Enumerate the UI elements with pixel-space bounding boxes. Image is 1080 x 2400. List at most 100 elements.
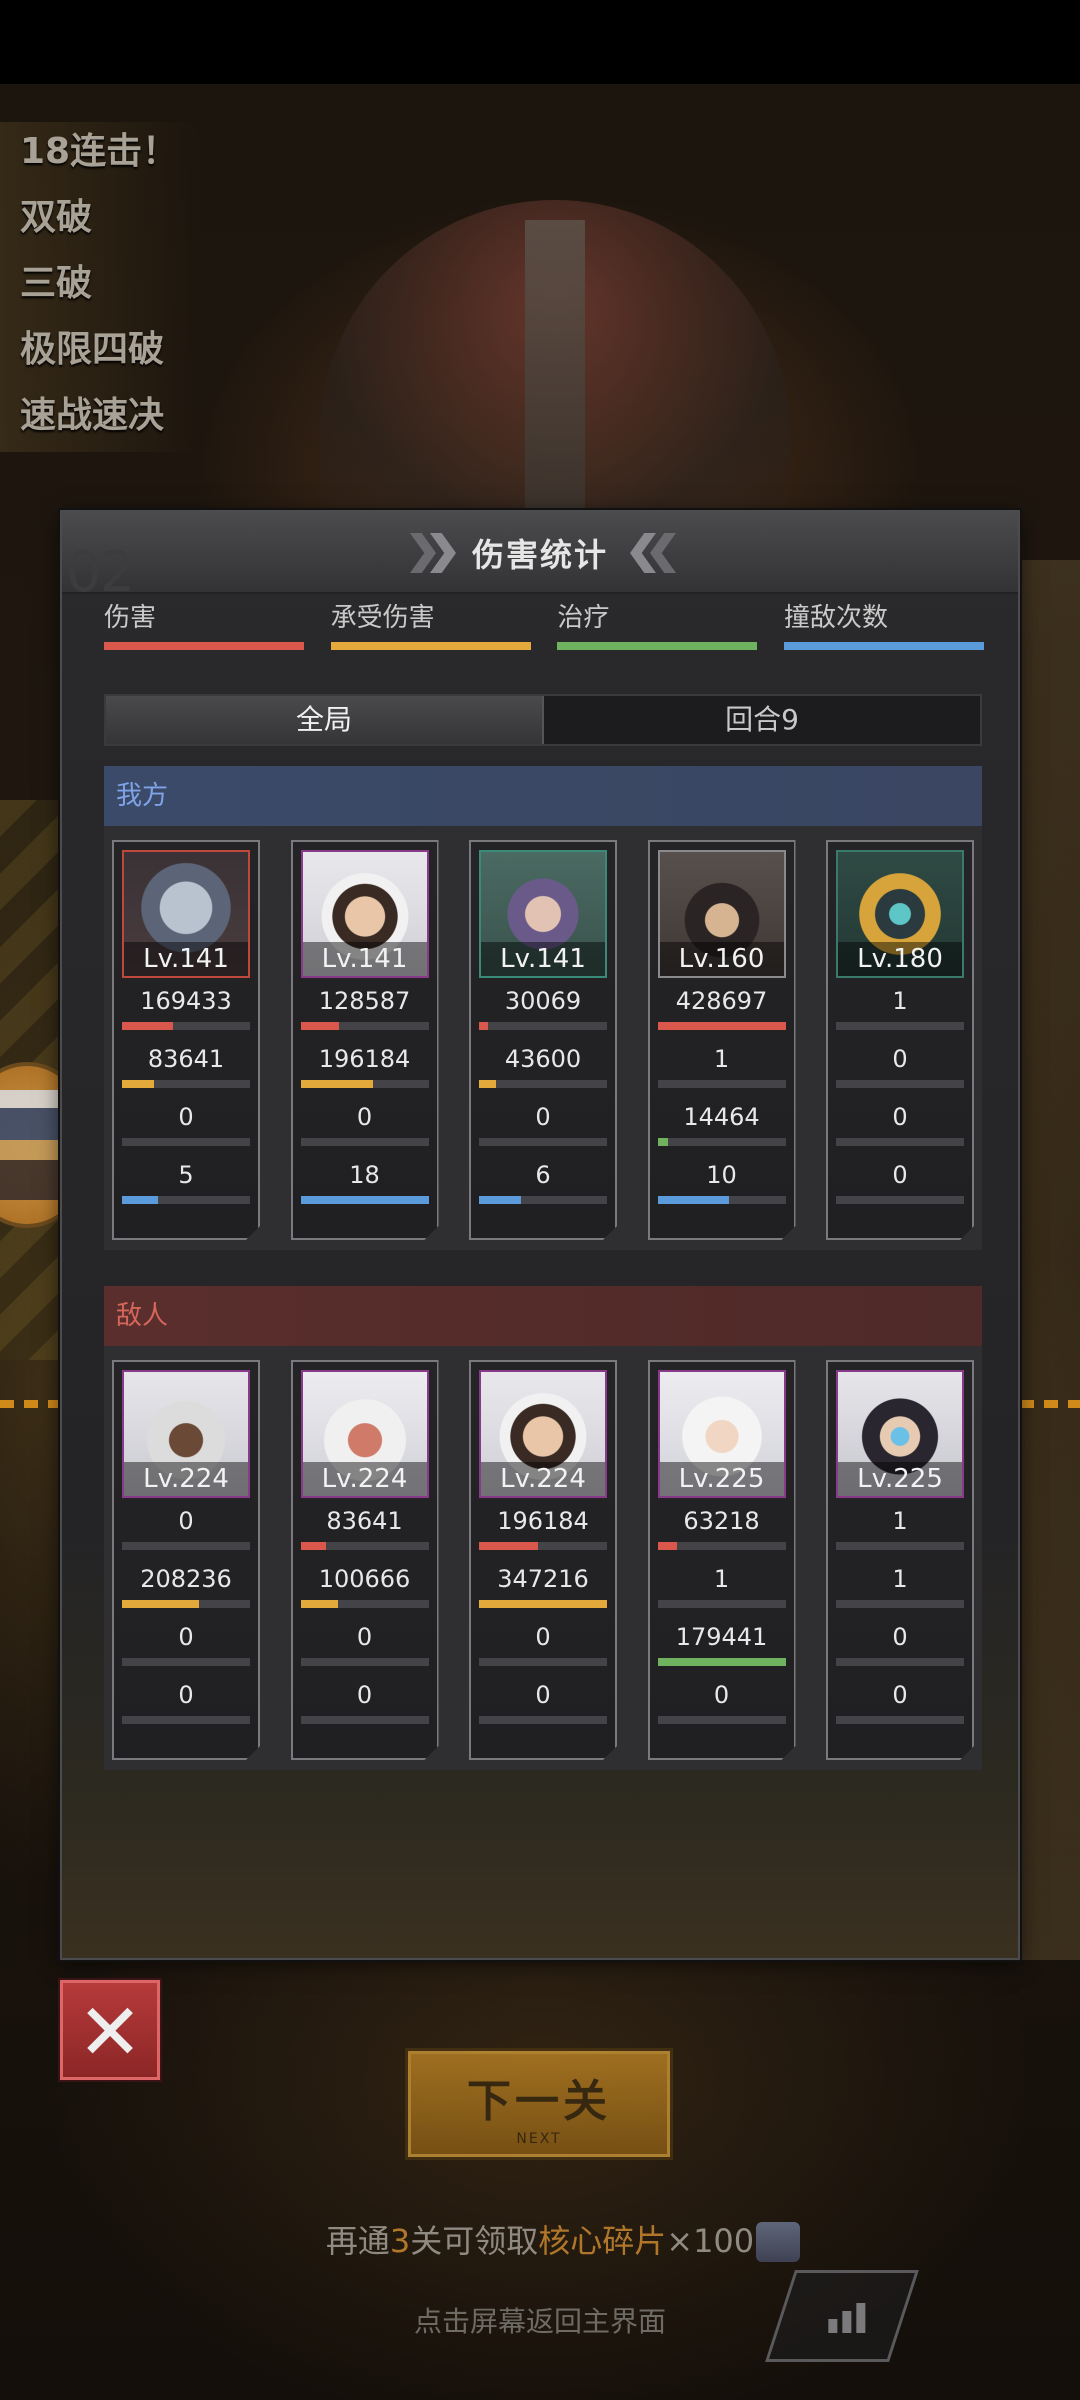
stat-value: 1 <box>713 1565 730 1593</box>
stat-bar-track <box>836 1716 964 1724</box>
stat-value: 5 <box>178 1161 194 1189</box>
stat-hits: 0 <box>301 1680 429 1724</box>
stat-bar-fill <box>479 1600 607 1608</box>
stat-damage: 196184 <box>479 1506 607 1550</box>
stat-bar-track <box>658 1542 786 1550</box>
stat-damage: 428697 <box>658 986 786 1030</box>
stat-value: 0 <box>713 1681 730 1709</box>
ally-cards: Lv.141 169433 83641 0 5 Lv.141 128587 196184 0 18… <box>104 826 982 1250</box>
character-stat-card[interactable]: Lv.141 169433 83641 0 5 <box>112 840 260 1240</box>
hazard-stripe-right <box>1020 1400 1080 1408</box>
status-bar <box>0 0 1080 84</box>
stat-bar-track <box>479 1138 607 1146</box>
stat-bar-track <box>301 1022 429 1030</box>
stat-damage: 169433 <box>122 986 250 1030</box>
stat-taken: 43600 <box>479 1044 607 1088</box>
character-stat-card[interactable]: Lv.160 428697 1 14464 10 <box>648 840 796 1240</box>
reward-item-icon <box>756 2222 800 2262</box>
return-hint[interactable]: 点击屏幕返回主界面 <box>0 2300 1080 2340</box>
stat-damage: 1 <box>836 1506 964 1550</box>
enemy-section-title: 敌人 <box>104 1286 982 1346</box>
legend-label: 承受伤害 <box>330 603 435 633</box>
stat-bar-fill <box>122 1080 154 1088</box>
tab-round[interactable]: 回合9 <box>544 696 980 744</box>
stat-hits: 0 <box>479 1680 607 1724</box>
character-stat-card[interactable]: Lv.141 30069 43600 0 6 <box>469 840 617 1240</box>
tab-overall[interactable]: 全局 <box>106 696 544 744</box>
stat-taken: 347216 <box>479 1564 607 1608</box>
stat-damage: 1 <box>836 986 964 1030</box>
stat-bar-track <box>836 1600 964 1608</box>
stat-value: 1 <box>892 987 908 1015</box>
stat-value: 0 <box>535 1681 551 1709</box>
character-stat-card[interactable]: Lv.225 1 1 0 0 <box>826 1360 974 1760</box>
stat-taken: 196184 <box>301 1044 429 1088</box>
character-stat-card[interactable]: Lv.224 83641 100666 0 0 <box>291 1360 439 1760</box>
close-button[interactable]: ✕ <box>60 1980 160 2080</box>
stat-bar-track <box>836 1658 964 1666</box>
stat-value: 1 <box>892 1565 908 1593</box>
stat-bar-track <box>301 1196 429 1204</box>
legend-item: 伤害 <box>104 598 304 650</box>
combo-item: 速战速决 <box>0 386 200 452</box>
boss-spine <box>525 220 585 520</box>
stat-value: 18 <box>349 1161 380 1189</box>
character-portrait: Lv.141 <box>479 850 607 978</box>
stat-hits: 10 <box>658 1160 786 1204</box>
stat-bar-fill <box>301 1080 374 1088</box>
character-stat-card[interactable]: Lv.224 0 208236 0 0 <box>112 1360 260 1760</box>
stat-value: 83641 <box>326 1507 403 1535</box>
stat-bar-track <box>836 1138 964 1146</box>
stat-heal: 0 <box>836 1622 964 1666</box>
stat-value: 1 <box>713 1045 730 1073</box>
stat-value: 0 <box>178 1507 194 1535</box>
character-stat-card[interactable]: Lv.141 128587 196184 0 18 <box>291 840 439 1240</box>
stat-damage: 30069 <box>479 986 607 1030</box>
stat-bar-track <box>479 1716 607 1724</box>
stat-value: 196184 <box>318 1045 411 1073</box>
stat-bar-track <box>658 1022 786 1030</box>
stat-bar-track <box>836 1080 964 1088</box>
stat-bar-track <box>301 1716 429 1724</box>
combo-item: 18连击！ <box>0 122 200 188</box>
stat-hits: 0 <box>836 1160 964 1204</box>
character-stat-card[interactable]: Lv.180 1 0 0 0 <box>826 840 974 1240</box>
stat-bar-track <box>479 1196 607 1204</box>
stat-value: 428697 <box>675 987 768 1015</box>
character-level: Lv.160 <box>660 942 784 976</box>
stat-value: 128587 <box>318 987 411 1015</box>
stat-heal: 0 <box>479 1102 607 1146</box>
stat-value: 6 <box>535 1161 551 1189</box>
character-level: Lv.180 <box>838 942 962 976</box>
legend-label: 治疗 <box>557 603 610 633</box>
stat-taken: 0 <box>836 1044 964 1088</box>
stat-hits: 6 <box>479 1160 607 1204</box>
character-level: Lv.141 <box>124 942 248 976</box>
stat-bar-fill <box>479 1196 521 1204</box>
stat-value: 179441 <box>675 1623 768 1651</box>
stat-value: 63218 <box>683 1507 760 1535</box>
next-stage-button[interactable]: 下一关 NEXT <box>405 2048 673 2160</box>
stat-heal: 14464 <box>658 1102 786 1146</box>
stat-bar-track <box>479 1658 607 1666</box>
stat-value: 0 <box>356 1103 373 1131</box>
right-decoration <box>1020 560 1080 1960</box>
stat-value: 0 <box>356 1623 373 1651</box>
stat-bar-track <box>836 1196 964 1204</box>
bar-chart-icon <box>828 2303 866 2333</box>
character-portrait: Lv.224 <box>479 1370 607 1498</box>
stat-bar-track <box>836 1022 964 1030</box>
stat-value: 100666 <box>318 1565 411 1593</box>
stat-value: 30069 <box>504 987 582 1015</box>
enemy-section: 敌人 Lv.224 0 208236 0 0 Lv.224 83641 100666 0 0 Lv.… <box>104 1286 982 1770</box>
character-stat-card[interactable]: Lv.225 63218 1 179441 0 <box>648 1360 796 1760</box>
character-stat-card[interactable]: Lv.224 196184 347216 0 0 <box>469 1360 617 1760</box>
stat-value: 0 <box>178 1103 194 1131</box>
stat-taken: 208236 <box>122 1564 250 1608</box>
character-level: Lv.141 <box>481 942 605 976</box>
stat-heal: 0 <box>122 1102 250 1146</box>
stat-bar-track <box>122 1658 250 1666</box>
combo-item: 极限四破 <box>0 320 200 386</box>
reward-progress-text: 再通3关可领取核心碎片×100 <box>0 2216 1080 2262</box>
combo-item: 三破 <box>0 254 200 320</box>
